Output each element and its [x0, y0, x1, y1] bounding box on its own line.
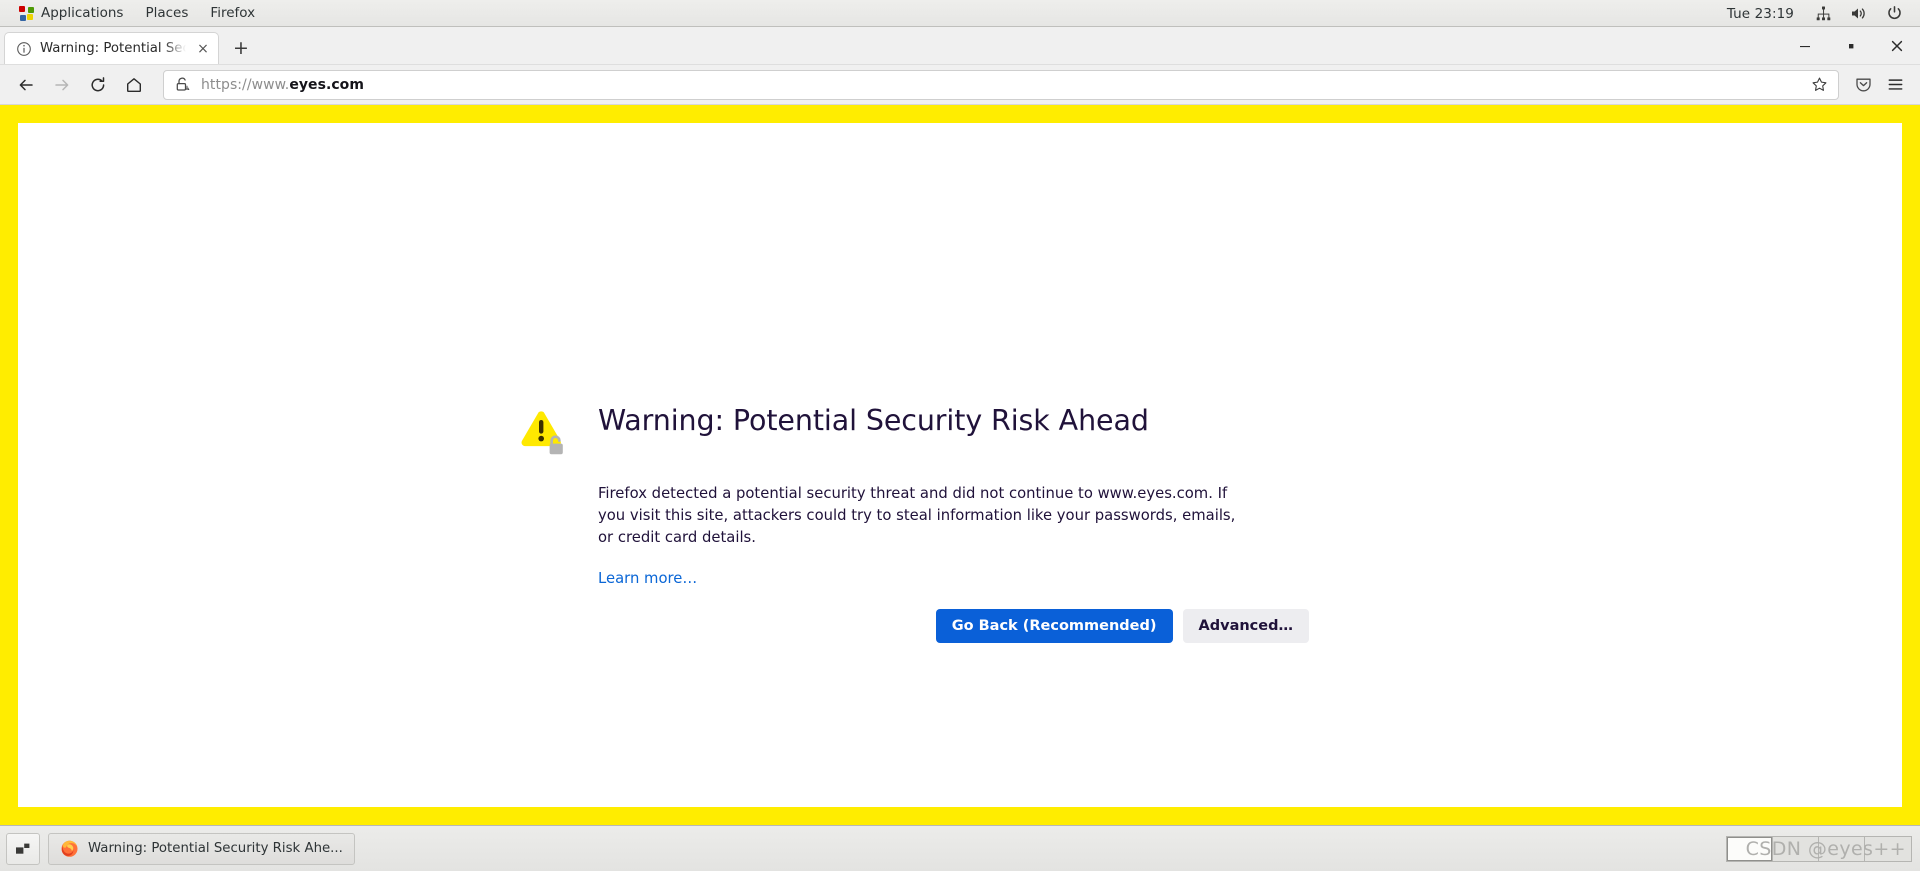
- applications-menu-label: Applications: [41, 5, 124, 21]
- advanced-button[interactable]: Advanced…: [1182, 608, 1309, 643]
- error-description: Firefox detected a potential security th…: [598, 485, 1236, 546]
- firefox-menu-label: Firefox: [210, 5, 256, 21]
- url-domain: eyes.com: [289, 76, 364, 93]
- tab-strip: Warning: Potential Securit × +: [0, 27, 1920, 65]
- workspace-switcher[interactable]: [1726, 836, 1912, 862]
- clock-label: Tue 23:19: [1726, 5, 1794, 22]
- volume-icon[interactable]: [1841, 3, 1877, 24]
- new-tab-button[interactable]: +: [225, 32, 257, 64]
- close-button[interactable]: [1874, 27, 1920, 65]
- taskbar-window-button[interactable]: Warning: Potential Security Risk Ahe...: [48, 832, 355, 865]
- places-menu-label: Places: [145, 5, 189, 21]
- workspace-2[interactable]: [1773, 837, 1819, 861]
- url-scheme: https://www.: [201, 76, 290, 93]
- workspace-4[interactable]: [1865, 837, 1911, 861]
- firefox-menu[interactable]: Firefox: [199, 2, 266, 24]
- clock[interactable]: Tue 23:19: [1715, 4, 1806, 24]
- panel-menus: Applications Places Firefox: [8, 2, 266, 24]
- workspace-3[interactable]: [1819, 837, 1865, 861]
- forward-button[interactable]: [45, 70, 79, 100]
- system-tray: Tue 23:19: [1715, 0, 1912, 27]
- firefox-window: Warning: Potential Securit × +: [0, 27, 1920, 825]
- url-text: https://www.eyes.com: [201, 77, 1798, 93]
- tab-close-icon[interactable]: ×: [194, 40, 212, 58]
- workspace-1[interactable]: [1727, 837, 1773, 861]
- security-error-page: Warning: Potential Security Risk Ahead F…: [518, 403, 1318, 643]
- minimize-button[interactable]: [1782, 27, 1828, 65]
- info-circle-icon: [16, 41, 32, 57]
- taskbar-right-area: [1726, 826, 1912, 871]
- page-title: Warning: Potential Security Risk Ahead: [598, 404, 1149, 437]
- page-canvas: Warning: Potential Security Risk Ahead F…: [18, 123, 1902, 807]
- firefox-logo-icon: [60, 839, 79, 858]
- hamburger-menu-button[interactable]: [1879, 70, 1911, 100]
- page-viewport-warning-frame: Warning: Potential Security Risk Ahead F…: [0, 105, 1920, 825]
- navigation-toolbar: https://www.eyes.com: [0, 65, 1920, 105]
- home-button[interactable]: [117, 70, 151, 100]
- browser-tab[interactable]: Warning: Potential Securit ×: [4, 32, 219, 64]
- pocket-button[interactable]: [1847, 70, 1879, 100]
- back-button[interactable]: [9, 70, 43, 100]
- maximize-button[interactable]: [1828, 27, 1874, 65]
- applications-menu[interactable]: Applications: [8, 2, 134, 24]
- broken-lock-warning-icon[interactable]: [174, 76, 191, 93]
- gnome-top-panel: Applications Places Firefox Tue 23:19: [0, 0, 1920, 27]
- error-text-block: Firefox detected a potential security th…: [518, 483, 1318, 643]
- reload-button[interactable]: [81, 70, 115, 100]
- go-back-button[interactable]: Go Back (Recommended): [935, 608, 1173, 643]
- warning-triangle-padlock-icon: [518, 407, 570, 459]
- url-bar[interactable]: https://www.eyes.com: [163, 69, 1839, 100]
- power-icon[interactable]: [1877, 3, 1912, 24]
- network-icon[interactable]: [1806, 3, 1841, 24]
- tab-title: Warning: Potential Securit: [40, 41, 186, 56]
- taskbar-window-label: Warning: Potential Security Risk Ahe...: [88, 841, 343, 856]
- places-menu[interactable]: Places: [134, 2, 199, 24]
- learn-more-link[interactable]: Learn more…: [598, 570, 697, 587]
- error-button-row: Go Back (Recommended) Advanced…: [598, 608, 1313, 643]
- window-controls: [1782, 27, 1920, 65]
- desktop-taskbar: Warning: Potential Security Risk Ahe... …: [0, 825, 1920, 871]
- error-header: Warning: Potential Security Risk Ahead: [518, 403, 1318, 459]
- show-desktop-icon[interactable]: [6, 832, 40, 865]
- star-icon[interactable]: [1808, 74, 1830, 96]
- applications-icon: [19, 5, 34, 21]
